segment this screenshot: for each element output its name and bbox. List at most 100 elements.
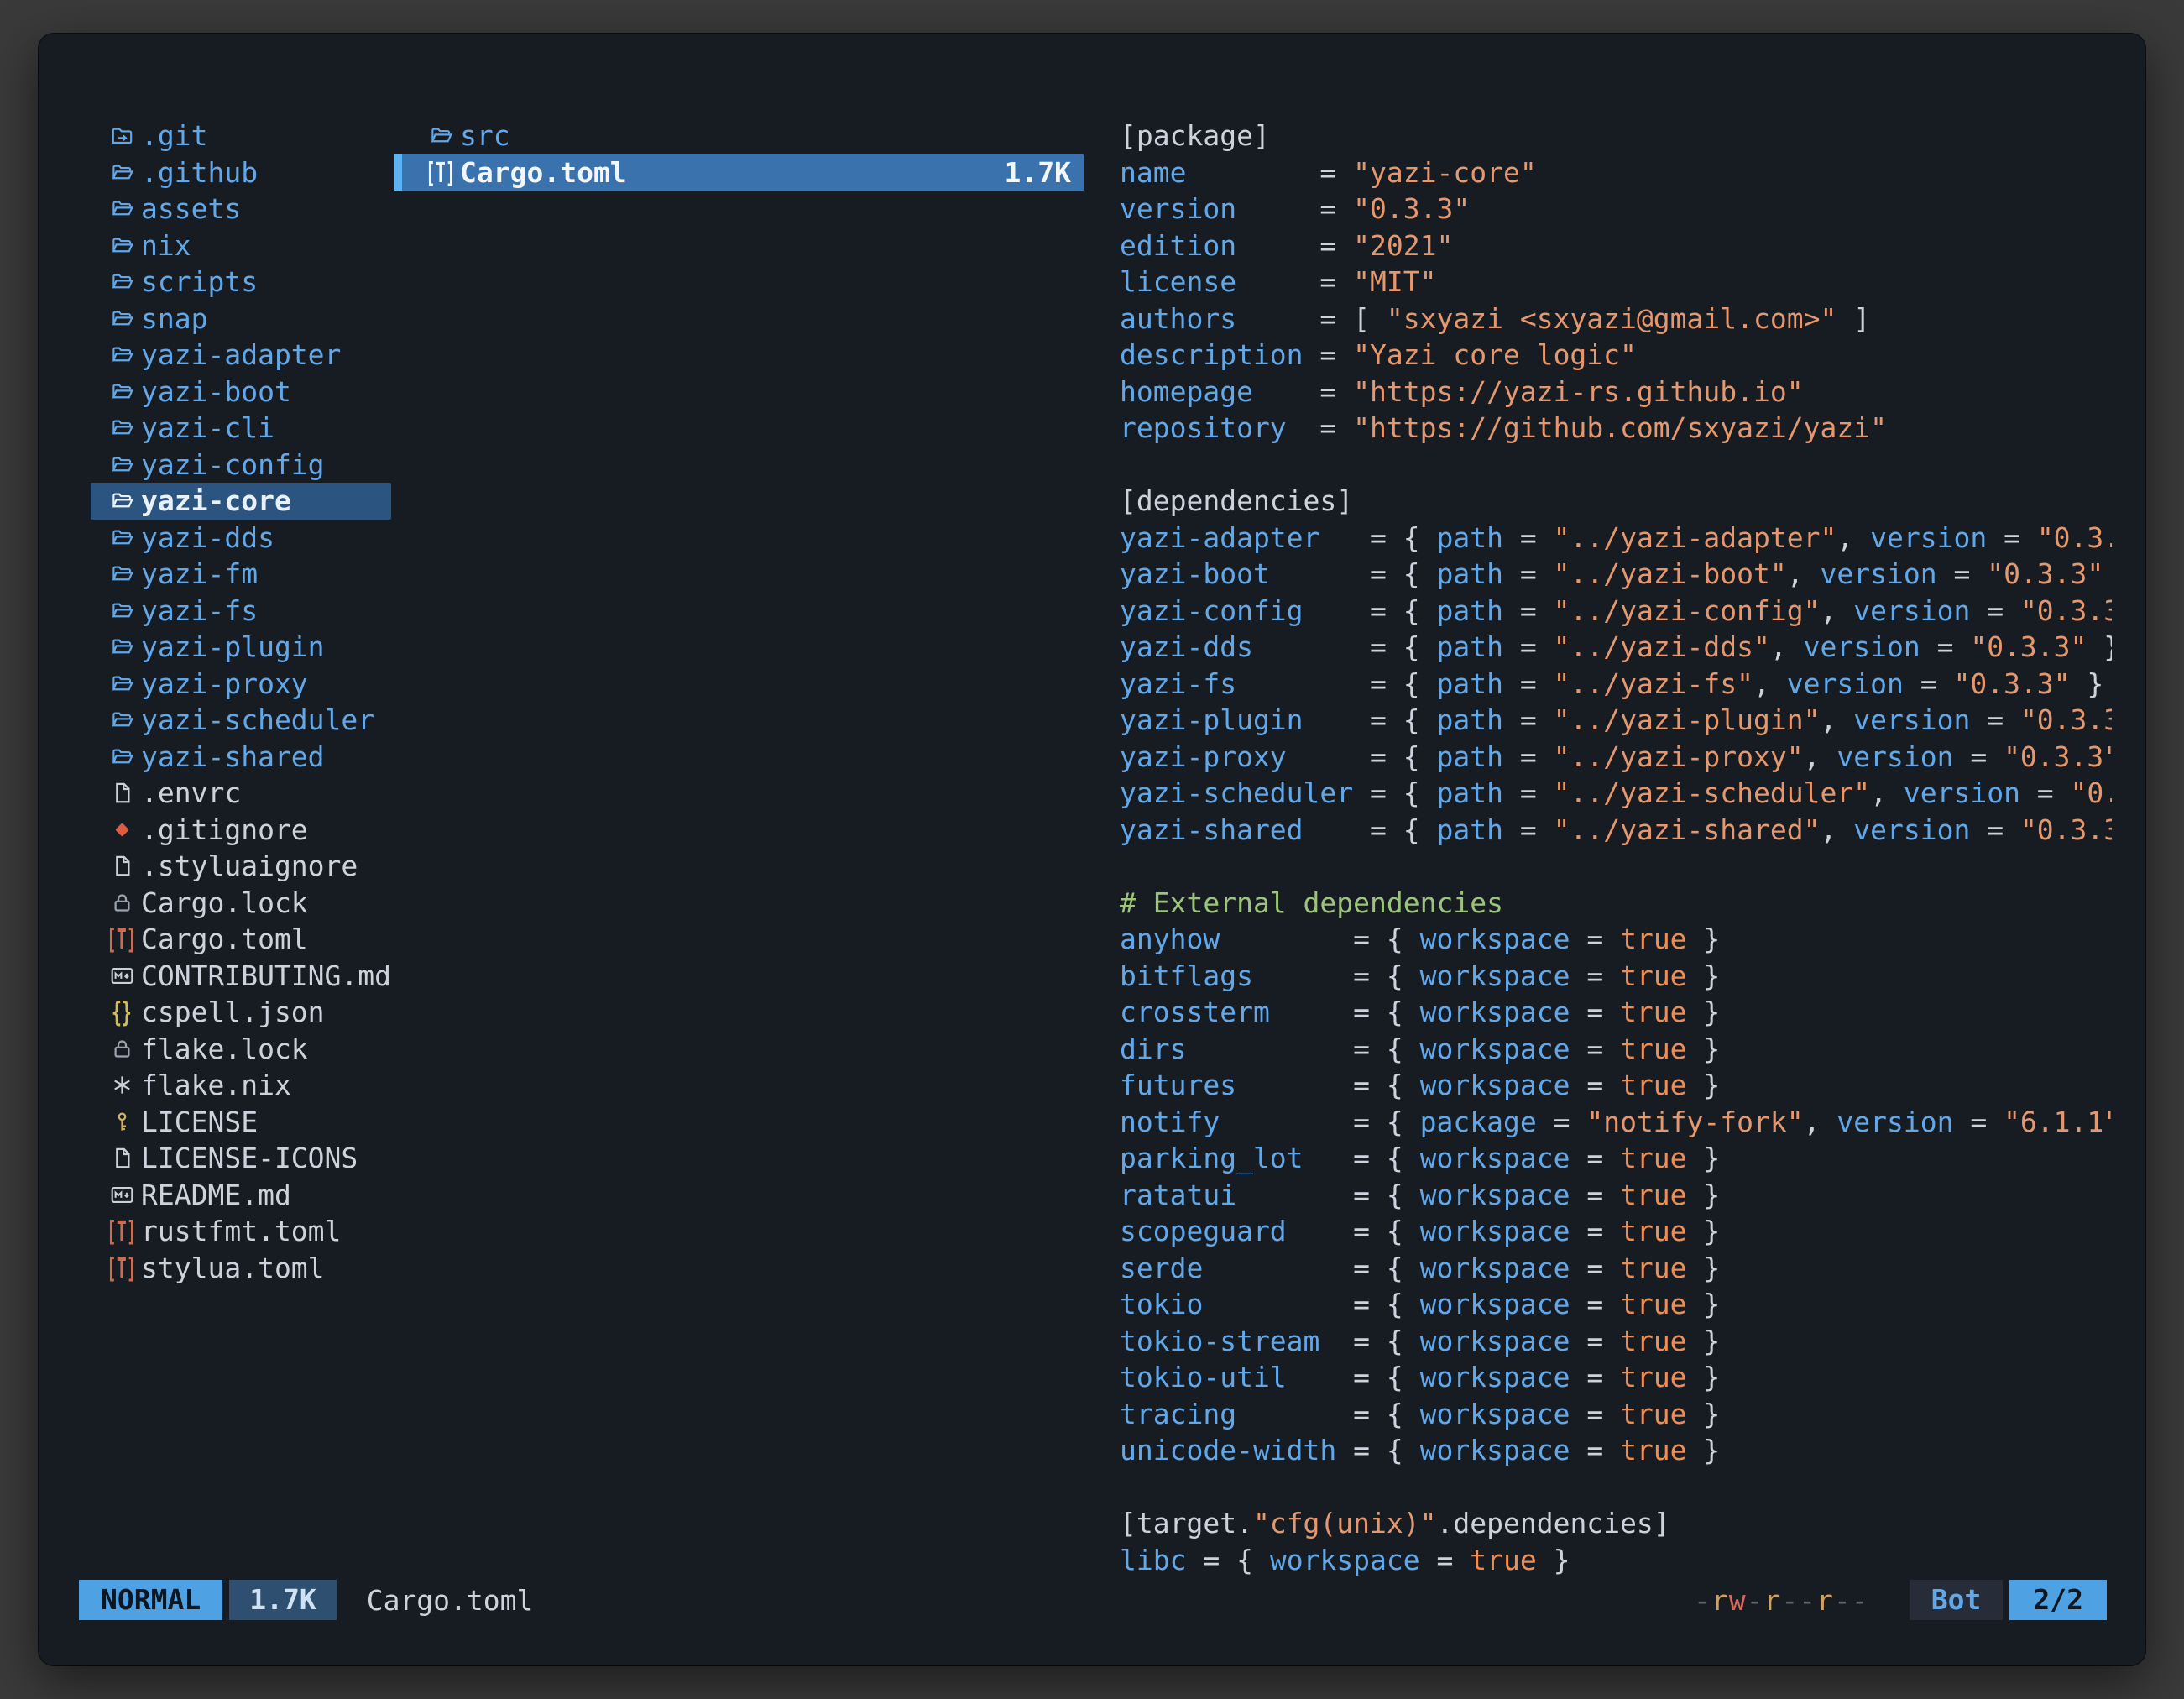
- folder-icon: [109, 599, 134, 622]
- parent-item-yazi-dds[interactable]: yazi-dds: [91, 520, 391, 557]
- preview-line: edition = "2021": [1120, 227, 2112, 264]
- markdown-icon: [109, 965, 134, 987]
- toml-icon: [T]: [109, 1213, 134, 1250]
- preview-line: parking_lot = { workspace = true }: [1120, 1140, 2112, 1177]
- file-name: yazi-plugin: [141, 629, 325, 666]
- preview-line: authors = [ "sxyazi <sxyazi@gmail.com>" …: [1120, 301, 2112, 337]
- file-name: cspell.json: [141, 994, 325, 1031]
- parent-item-cspell-json[interactable]: {}cspell.json: [91, 994, 391, 1031]
- file-name: README.md: [141, 1177, 291, 1214]
- parent-item-yazi-cli[interactable]: yazi-cli: [91, 410, 391, 447]
- parent-item-yazi-boot[interactable]: yazi-boot: [91, 374, 391, 410]
- parent-item-yazi-fs[interactable]: yazi-fs: [91, 593, 391, 630]
- file-permissions: -rw-r--r--: [1694, 1584, 1869, 1617]
- folder-icon: [109, 343, 134, 366]
- parent-item-yazi-shared[interactable]: yazi-shared: [91, 739, 391, 776]
- folder-icon: [109, 672, 134, 695]
- preview-line: tokio-util = { workspace = true }: [1120, 1359, 2112, 1396]
- parent-item-assets[interactable]: assets: [91, 191, 391, 227]
- current-item-src[interactable]: src: [394, 118, 1084, 154]
- folder-icon: [109, 453, 134, 476]
- folder-icon: [109, 307, 134, 330]
- yazi-terminal-window: .git.githubassetsnixscriptssnapyazi-adap…: [39, 34, 2145, 1665]
- nix-icon: [109, 1074, 134, 1096]
- file-name: Cargo.lock: [141, 885, 308, 922]
- folder-icon: [109, 526, 134, 549]
- file-name: snap: [141, 301, 207, 337]
- parent-item-flake-lock[interactable]: flake.lock: [91, 1031, 391, 1068]
- preview-line: serde = { workspace = true }: [1120, 1250, 2112, 1287]
- parent-item-rustfmt-toml[interactable]: [T] rustfmt.toml: [91, 1213, 391, 1250]
- file-name: Cargo.toml: [141, 921, 308, 958]
- preview-line: homepage = "https://yazi-rs.github.io": [1120, 374, 2112, 410]
- file-name: yazi-dds: [141, 520, 274, 557]
- parent-item--styluaignore[interactable]: .styluaignore: [91, 848, 391, 885]
- preview-line: libc = { workspace = true }: [1120, 1542, 2112, 1579]
- file-name: LICENSE: [141, 1104, 258, 1141]
- file-icon: [109, 855, 134, 877]
- folder-icon: [109, 708, 134, 731]
- folder-icon: [109, 416, 134, 439]
- parent-item--github[interactable]: .github: [91, 154, 391, 191]
- parent-item-yazi-adapter[interactable]: yazi-adapter: [91, 337, 391, 374]
- parent-item-scripts[interactable]: scripts: [91, 264, 391, 301]
- file-size-chip: 1.7K: [229, 1580, 336, 1620]
- parent-item-yazi-fm[interactable]: yazi-fm: [91, 556, 391, 593]
- file-size: 1.7K: [1005, 154, 1084, 191]
- parent-item-snap[interactable]: snap: [91, 301, 391, 337]
- file-name: scripts: [141, 264, 258, 301]
- parent-item--envrc[interactable]: .envrc: [91, 775, 391, 812]
- preview-line: repository = "https://github.com/sxyazi/…: [1120, 410, 2112, 447]
- parent-item-yazi-core[interactable]: yazi-core: [91, 483, 391, 520]
- parent-item--git[interactable]: .git: [91, 118, 391, 154]
- parent-item-yazi-proxy[interactable]: yazi-proxy: [91, 666, 391, 703]
- file-name: src: [460, 118, 510, 154]
- preview-line: [dependencies]: [1120, 483, 2112, 520]
- preview-line: yazi-scheduler = { path = "../yazi-sched…: [1120, 775, 2112, 812]
- parent-item-readme-md[interactable]: README.md: [91, 1177, 391, 1214]
- preview-line: name = "yazi-core": [1120, 154, 2112, 191]
- file-name: yazi-adapter: [141, 337, 341, 374]
- git-folder-icon: [109, 124, 134, 147]
- preview-line: [1120, 447, 2112, 484]
- file-name: rustfmt.toml: [141, 1213, 341, 1250]
- preview-line: yazi-dds = { path = "../yazi-dds", versi…: [1120, 629, 2112, 666]
- lock-icon: [109, 1038, 134, 1060]
- file-name: yazi-shared: [141, 739, 325, 776]
- parent-item-stylua-toml[interactable]: [T]stylua.toml: [91, 1250, 391, 1287]
- preview-line: # External dependencies: [1120, 885, 2112, 922]
- preview-line: [package]: [1120, 118, 2112, 154]
- status-bar-right: -rw-r--r-- Bot 2/2: [1694, 1580, 2107, 1620]
- parent-item--gitignore[interactable]: .gitignore: [91, 812, 391, 849]
- parent-item-cargo-lock[interactable]: Cargo.lock: [91, 885, 391, 922]
- parent-item-contributing-md[interactable]: CONTRIBUTING.md: [91, 958, 391, 995]
- parent-item-flake-nix[interactable]: flake.nix: [91, 1067, 391, 1104]
- file-name: assets: [141, 191, 241, 227]
- preview-line: yazi-fs = { path = "../yazi-fs", version…: [1120, 666, 2112, 703]
- parent-item-cargo-toml[interactable]: [T]Cargo.toml: [91, 921, 391, 958]
- parent-item-license[interactable]: LICENSE: [91, 1104, 391, 1141]
- file-name: yazi-scheduler: [141, 702, 374, 739]
- preview-line: dirs = { workspace = true }: [1120, 1031, 2112, 1068]
- preview-line: license = "MIT": [1120, 264, 2112, 301]
- current-item-cargo-toml[interactable]: [T]Cargo.toml1.7K: [394, 154, 1084, 191]
- lock-icon: [109, 891, 134, 914]
- preview-line: tokio = { workspace = true }: [1120, 1286, 2112, 1323]
- preview-line: futures = { workspace = true }: [1120, 1067, 2112, 1104]
- file-name: yazi-cli: [141, 410, 274, 447]
- parent-item-license-icons[interactable]: LICENSE-ICONS: [91, 1140, 391, 1177]
- parent-item-nix[interactable]: nix: [91, 227, 391, 264]
- folder-icon: [109, 562, 134, 585]
- file-name: flake.nix: [141, 1067, 291, 1104]
- parent-item-yazi-config[interactable]: yazi-config: [91, 447, 391, 484]
- license-icon: [109, 1111, 134, 1133]
- file-counter-badge: 2/2: [2009, 1580, 2107, 1620]
- git-icon: [109, 818, 134, 841]
- json-icon: {}: [109, 994, 134, 1031]
- parent-item-yazi-plugin[interactable]: yazi-plugin: [91, 629, 391, 666]
- parent-directory-pane: .git.githubassetsnixscriptssnapyazi-adap…: [91, 118, 391, 1286]
- file-name: flake.lock: [141, 1031, 308, 1068]
- parent-item-yazi-scheduler[interactable]: yazi-scheduler: [91, 702, 391, 739]
- file-preview-pane: [package]name = "yazi-core"version = "0.…: [1120, 118, 2112, 1580]
- preview-line: anyhow = { workspace = true }: [1120, 921, 2112, 958]
